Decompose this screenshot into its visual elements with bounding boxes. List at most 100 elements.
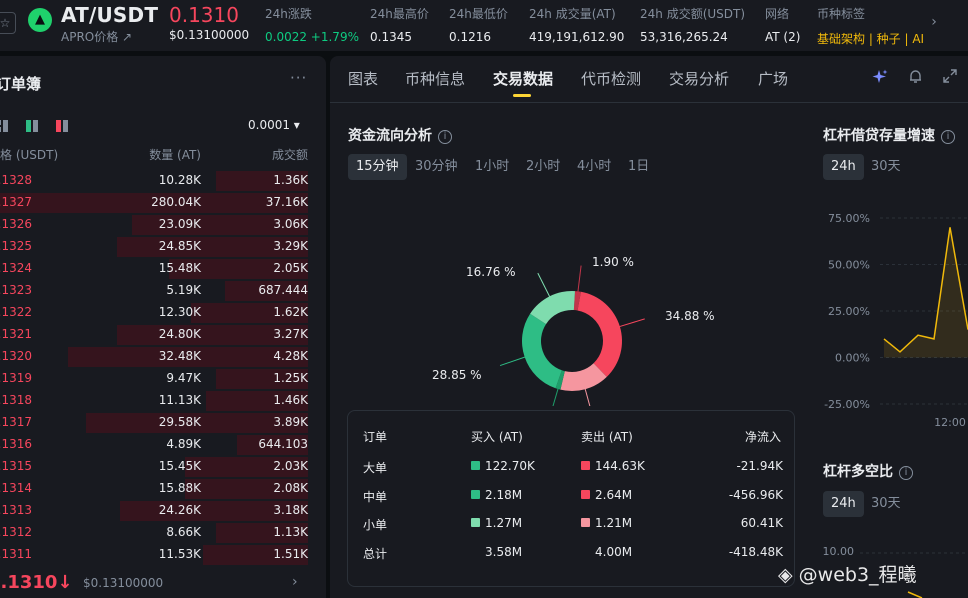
ask-qty: 11.53K: [158, 547, 201, 561]
tab-0[interactable]: 图表: [348, 68, 378, 89]
star-icon[interactable]: ☆: [0, 12, 16, 34]
active-tab-indicator: [513, 94, 531, 97]
leader-line: [577, 265, 582, 294]
ask-total: 1.25K: [273, 371, 308, 385]
ask-qty: 24.85K: [158, 239, 201, 253]
timeframe-5[interactable]: 1日: [620, 154, 657, 180]
ask-qty: 15.45K: [158, 459, 201, 473]
ask-price: 0.1320: [0, 349, 32, 363]
stat-label: 24h 成交量(AT): [529, 7, 616, 21]
expand-icon[interactable]: [941, 69, 959, 87]
stat-3: 24h 成交量(AT) 419,191,612.90: [529, 5, 624, 44]
donut-slice[interactable]: [522, 313, 562, 389]
ask-row[interactable]: 0.1326 23.09K 3.06K: [0, 214, 326, 236]
orderbook-panel: 订单簿 ··· 0.0001 ▾ 价格 (USDT) 数量 (AT) 成交额 0…: [0, 56, 326, 598]
trade-data-panel: 图表 币种信息 交易数据 代币检测 交易分析 广场 资金流向分析 i 15分钟 30分钟 1小时…: [330, 56, 968, 598]
timeframe-3[interactable]: 2小时: [518, 154, 568, 180]
info-icon[interactable]: i: [941, 130, 955, 144]
ask-total: 2.08K: [273, 481, 308, 495]
ask-total: 644.103: [258, 437, 308, 451]
fund-flow-table: 订单 买入 (AT) 卖出 (AT) 净流入 大单 122.70K 144.63K -…: [347, 410, 795, 587]
ask-price: 0.1322: [0, 305, 32, 319]
ask-row[interactable]: 0.1317 29.58K 3.89K: [0, 412, 326, 434]
last-price: 0.1310: [169, 3, 239, 27]
sparkle-ai-icon[interactable]: [871, 69, 889, 87]
ask-row[interactable]: 0.1324 15.48K 2.05K: [0, 258, 326, 280]
precision-select[interactable]: 0.0001 ▾: [248, 118, 300, 132]
ask-row[interactable]: 0.1312 8.66K 1.13K: [0, 522, 326, 544]
chevron-right-icon[interactable]: ›: [292, 574, 298, 590]
ask-row[interactable]: 0.1319 9.47K 1.25K: [0, 368, 326, 390]
layout-buy-icon[interactable]: [26, 120, 38, 132]
ask-row[interactable]: 0.1311 11.53K 1.51K: [0, 544, 326, 566]
flow-buy: 3.58M: [485, 545, 522, 559]
slice-label: 16.76 %: [466, 265, 516, 279]
ask-qty: 15.48K: [158, 261, 201, 275]
ask-total: 1.62K: [273, 305, 308, 319]
tab-5[interactable]: 广场: [758, 68, 788, 89]
leader-line: [584, 387, 591, 406]
ytick-label: 75.00%: [828, 212, 870, 225]
ask-total: 37.16K: [265, 195, 308, 209]
col-sell: 卖出 (AT): [581, 430, 633, 444]
donut-slice[interactable]: [577, 291, 622, 377]
tab-4[interactable]: 交易分析: [669, 68, 729, 89]
slice-label: 28.85 %: [432, 368, 482, 382]
ask-row[interactable]: 0.1322 12.30K 1.62K: [0, 302, 326, 324]
info-icon[interactable]: i: [899, 466, 913, 480]
ask-row[interactable]: 0.1325 24.85K 3.29K: [0, 236, 326, 258]
ask-price: 0.1325: [0, 239, 32, 253]
flow-buy: 2.18M: [471, 488, 522, 502]
ls-ytick: 10.00: [822, 545, 855, 558]
timeframe-4[interactable]: 4小时: [569, 154, 619, 180]
layout-both-icon[interactable]: [0, 120, 8, 132]
ticker-header: ☆ ▲ AT/USDT APRO价格 ↗ 0.1310 $0.13100000 …: [0, 0, 968, 52]
ask-row[interactable]: 0.1314 15.88K 2.08K: [0, 478, 326, 500]
watermark: ◈ @web3_程曦: [778, 564, 917, 586]
chevron-right-icon[interactable]: ›: [925, 13, 943, 31]
pair-name[interactable]: AT/USDT: [61, 3, 158, 27]
ask-row[interactable]: 0.1315 15.45K 2.03K: [0, 456, 326, 478]
ask-qty: 4.89K: [166, 437, 201, 451]
flow-buy-text: 3.58M: [485, 545, 523, 559]
ask-row[interactable]: 0.1321 24.80K 3.27K: [0, 324, 326, 346]
range-30d-tab-2[interactable]: 30天: [863, 491, 909, 517]
ask-qty: 15.88K: [158, 481, 201, 495]
tab-2[interactable]: 交易数据: [493, 68, 553, 89]
ask-total: 3.06K: [273, 217, 308, 231]
pair-subtitle-link[interactable]: APRO价格 ↗: [61, 28, 132, 45]
stat-6: 币种标签 基础架构 | 种子 | AI: [817, 5, 924, 47]
stat-0: 24h涨跌 0.0022 +1.79%: [265, 5, 359, 44]
timeframe-0[interactable]: 15分钟: [348, 154, 407, 180]
col-buy: 买入 (AT): [471, 430, 523, 444]
ask-qty: 9.47K: [166, 371, 201, 385]
tab-3[interactable]: 代币检测: [581, 68, 641, 89]
ask-row[interactable]: 0.1327 280.04K 37.16K: [0, 192, 326, 214]
timeframe-1[interactable]: 30分钟: [407, 154, 466, 180]
ask-total: 3.89K: [273, 415, 308, 429]
flow-buy: 122.70K: [471, 459, 535, 473]
ask-price: 0.1323: [0, 283, 32, 297]
info-icon[interactable]: i: [438, 130, 452, 144]
stat-value: 0.1216: [449, 30, 491, 44]
range-24h-tab-2[interactable]: 24h: [823, 491, 864, 517]
flow-buy-text: 1.27M: [485, 516, 523, 530]
tab-1[interactable]: 币种信息: [405, 68, 465, 89]
ask-row[interactable]: 0.1318 11.13K 1.46K: [0, 390, 326, 412]
ask-row[interactable]: 0.1323 5.19K 687.444: [0, 280, 326, 302]
range-24h-tab[interactable]: 24h: [823, 154, 864, 180]
leader-line: [499, 356, 527, 367]
ask-row[interactable]: 0.1316 4.89K 644.103: [0, 434, 326, 456]
ytick-label: 50.00%: [828, 259, 870, 272]
ask-row[interactable]: 0.1328 10.28K 1.36K: [0, 170, 326, 192]
flow-row: 大单 122.70K 144.63K -21.94K: [348, 459, 796, 479]
layout-sell-icon[interactable]: [56, 120, 68, 132]
bell-icon[interactable]: [906, 69, 924, 87]
range-30d-tab[interactable]: 30天: [863, 154, 909, 180]
timeframe-2[interactable]: 1小时: [467, 154, 517, 180]
ask-row[interactable]: 0.1320 32.48K 4.28K: [0, 346, 326, 368]
ask-row[interactable]: 0.1313 24.26K 3.18K: [0, 500, 326, 522]
ytick-label: 0.00%: [835, 352, 870, 365]
flow-net-text: -418.48K: [728, 545, 783, 559]
more-icon[interactable]: ···: [290, 69, 307, 87]
